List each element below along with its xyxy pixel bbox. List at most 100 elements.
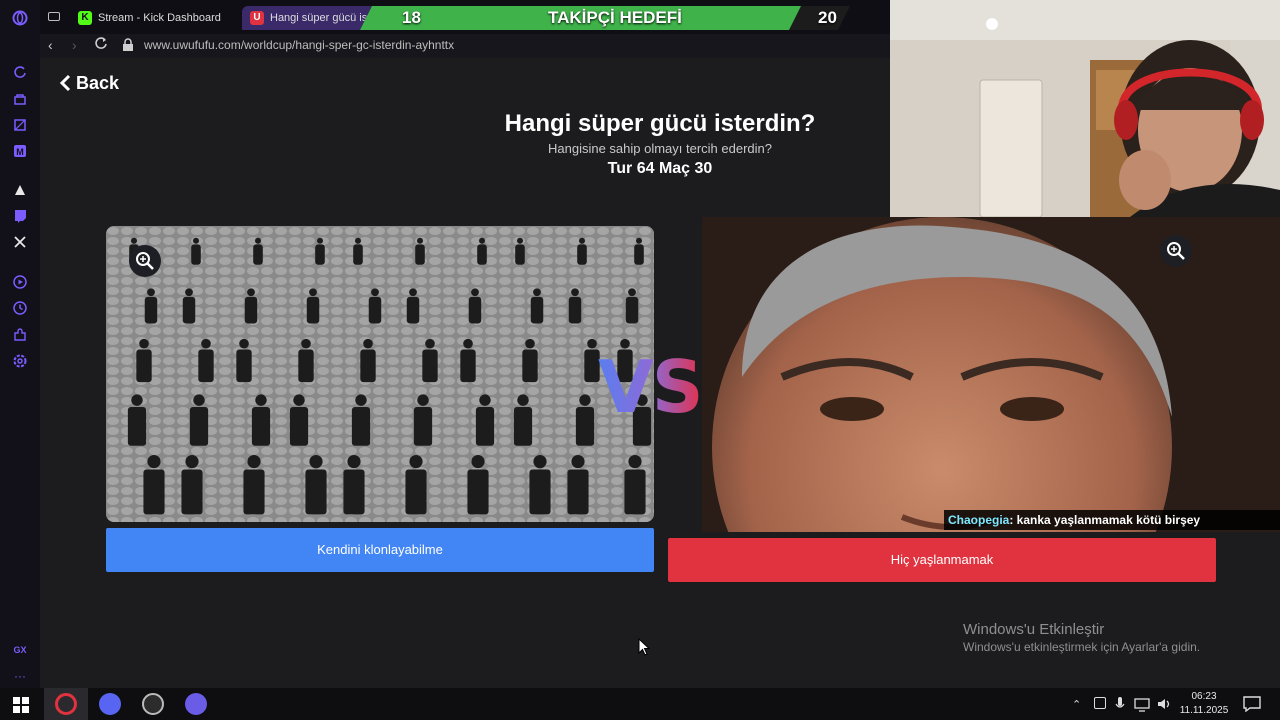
round-indicator: Tur 64 Maç 30 bbox=[607, 160, 713, 177]
person-body bbox=[406, 296, 420, 324]
person-body bbox=[368, 296, 382, 324]
person-head bbox=[317, 237, 323, 244]
windows-start-icon[interactable] bbox=[13, 697, 29, 718]
opera-gx-icon bbox=[55, 693, 77, 715]
person-head bbox=[201, 338, 211, 349]
network-icon[interactable] bbox=[1134, 696, 1150, 717]
microphone-icon[interactable] bbox=[1115, 696, 1125, 717]
person-body bbox=[251, 406, 271, 446]
back-nav-icon[interactable]: ‹ bbox=[48, 37, 53, 53]
person-body bbox=[189, 406, 209, 446]
person-head bbox=[139, 338, 149, 349]
reload-page-icon[interactable] bbox=[94, 36, 108, 53]
settings-icon[interactable] bbox=[12, 354, 28, 370]
person-body bbox=[624, 469, 646, 515]
clock-time: 06:23 bbox=[1191, 691, 1217, 702]
person-head bbox=[363, 338, 373, 349]
person-head bbox=[185, 288, 193, 297]
volume-icon[interactable] bbox=[1156, 696, 1172, 717]
person-body bbox=[530, 296, 544, 324]
person-head bbox=[417, 237, 423, 244]
windows-activation-title: Windows'u Etkinleştir bbox=[963, 621, 1105, 638]
follower-goal-bar: 18 TAKİPÇİ HEDEFİ 20 bbox=[360, 6, 850, 30]
person-body bbox=[343, 469, 365, 515]
shop-icon[interactable] bbox=[12, 118, 28, 134]
tab-islands-icon[interactable] bbox=[48, 12, 60, 21]
browser-sidebar: M GX ··· bbox=[0, 0, 40, 688]
person-head bbox=[347, 454, 361, 469]
person-body bbox=[413, 406, 433, 446]
chat-message: Chaopegia: kanka yaşlanmamak kötü birşey bbox=[944, 510, 1280, 530]
person-head bbox=[131, 394, 143, 406]
vpn-icon[interactable] bbox=[12, 92, 28, 108]
person-head bbox=[309, 454, 323, 469]
person-body bbox=[243, 469, 265, 515]
clock-date: 11.11.2025 bbox=[1179, 705, 1229, 716]
person-body bbox=[529, 469, 551, 515]
reload-icon[interactable] bbox=[12, 65, 28, 81]
forward-nav-icon[interactable]: › bbox=[72, 37, 77, 53]
person-head bbox=[571, 288, 579, 297]
chevron-left-icon bbox=[59, 74, 71, 92]
chevron-up-icon[interactable]: ⌃ bbox=[1072, 698, 1081, 711]
left-choice-image[interactable] bbox=[106, 226, 654, 522]
person-head bbox=[425, 338, 435, 349]
choice-right-button[interactable]: Hiç yaşlanmamak bbox=[668, 538, 1216, 582]
face-photo bbox=[702, 217, 1280, 532]
battery-icon[interactable] bbox=[1094, 697, 1106, 709]
history-icon[interactable] bbox=[12, 301, 28, 317]
person-head bbox=[517, 237, 523, 244]
person-head bbox=[255, 237, 261, 244]
choice-left-button[interactable]: Kendini klonlayabilme bbox=[106, 528, 654, 572]
mouse-cursor-icon bbox=[638, 637, 651, 661]
chat-app-icon[interactable] bbox=[185, 693, 207, 715]
zoom-in-icon[interactable] bbox=[129, 245, 161, 277]
tab-kick-dashboard[interactable]: K Stream - Kick Dashboard bbox=[70, 6, 240, 30]
player-icon[interactable] bbox=[12, 275, 28, 291]
person-head bbox=[409, 288, 417, 297]
extensions-icon[interactable] bbox=[12, 328, 28, 344]
person-body bbox=[513, 406, 533, 446]
crowd-photo bbox=[106, 226, 654, 522]
url-text[interactable]: www.uwufufu.com/worldcup/hangi-sper-gc-i… bbox=[144, 38, 454, 52]
zoom-in-icon[interactable] bbox=[1160, 235, 1192, 267]
system-clock[interactable]: 06:23 11.11.2025 bbox=[1176, 690, 1232, 718]
person-head bbox=[417, 394, 429, 406]
person-body bbox=[353, 244, 363, 265]
person-head bbox=[517, 394, 529, 406]
discord-icon[interactable] bbox=[99, 693, 121, 715]
person-head bbox=[533, 288, 541, 297]
notification-icon[interactable] bbox=[1243, 696, 1261, 717]
person-body bbox=[306, 296, 320, 324]
opera-logo-icon[interactable] bbox=[12, 10, 28, 26]
taskbar-opera-gx[interactable] bbox=[44, 688, 88, 720]
kick-icon[interactable] bbox=[12, 183, 28, 199]
person-body bbox=[522, 349, 538, 383]
person-head bbox=[147, 454, 161, 469]
person-head bbox=[239, 338, 249, 349]
person-body bbox=[575, 406, 595, 446]
person-body bbox=[298, 349, 314, 383]
more-icon[interactable]: ··· bbox=[12, 668, 28, 684]
chat-text: : kanka yaşlanmamak kötü birşey bbox=[1009, 513, 1201, 527]
person-head bbox=[355, 237, 361, 244]
person-head bbox=[131, 237, 137, 244]
person-body bbox=[460, 349, 476, 383]
person-head bbox=[371, 288, 379, 297]
person-body bbox=[289, 406, 309, 446]
address-bar: ‹ › www.uwufufu.com/worldcup/hangi-sper-… bbox=[40, 34, 890, 58]
gx-icon[interactable]: GX bbox=[12, 642, 28, 658]
x-icon[interactable] bbox=[12, 235, 28, 251]
svg-text:M: M bbox=[16, 147, 24, 157]
uwufufu-favicon-icon: U bbox=[250, 11, 264, 25]
twitch-icon[interactable] bbox=[12, 209, 28, 225]
person-body bbox=[351, 406, 371, 446]
obs-icon[interactable] bbox=[142, 693, 164, 715]
person-body bbox=[625, 296, 639, 324]
right-choice-image[interactable] bbox=[702, 217, 1280, 532]
person-body bbox=[467, 469, 489, 515]
back-button[interactable]: Back bbox=[58, 73, 119, 94]
person-body bbox=[143, 469, 165, 515]
person-head bbox=[479, 394, 491, 406]
messenger-icon[interactable]: M bbox=[12, 144, 28, 160]
